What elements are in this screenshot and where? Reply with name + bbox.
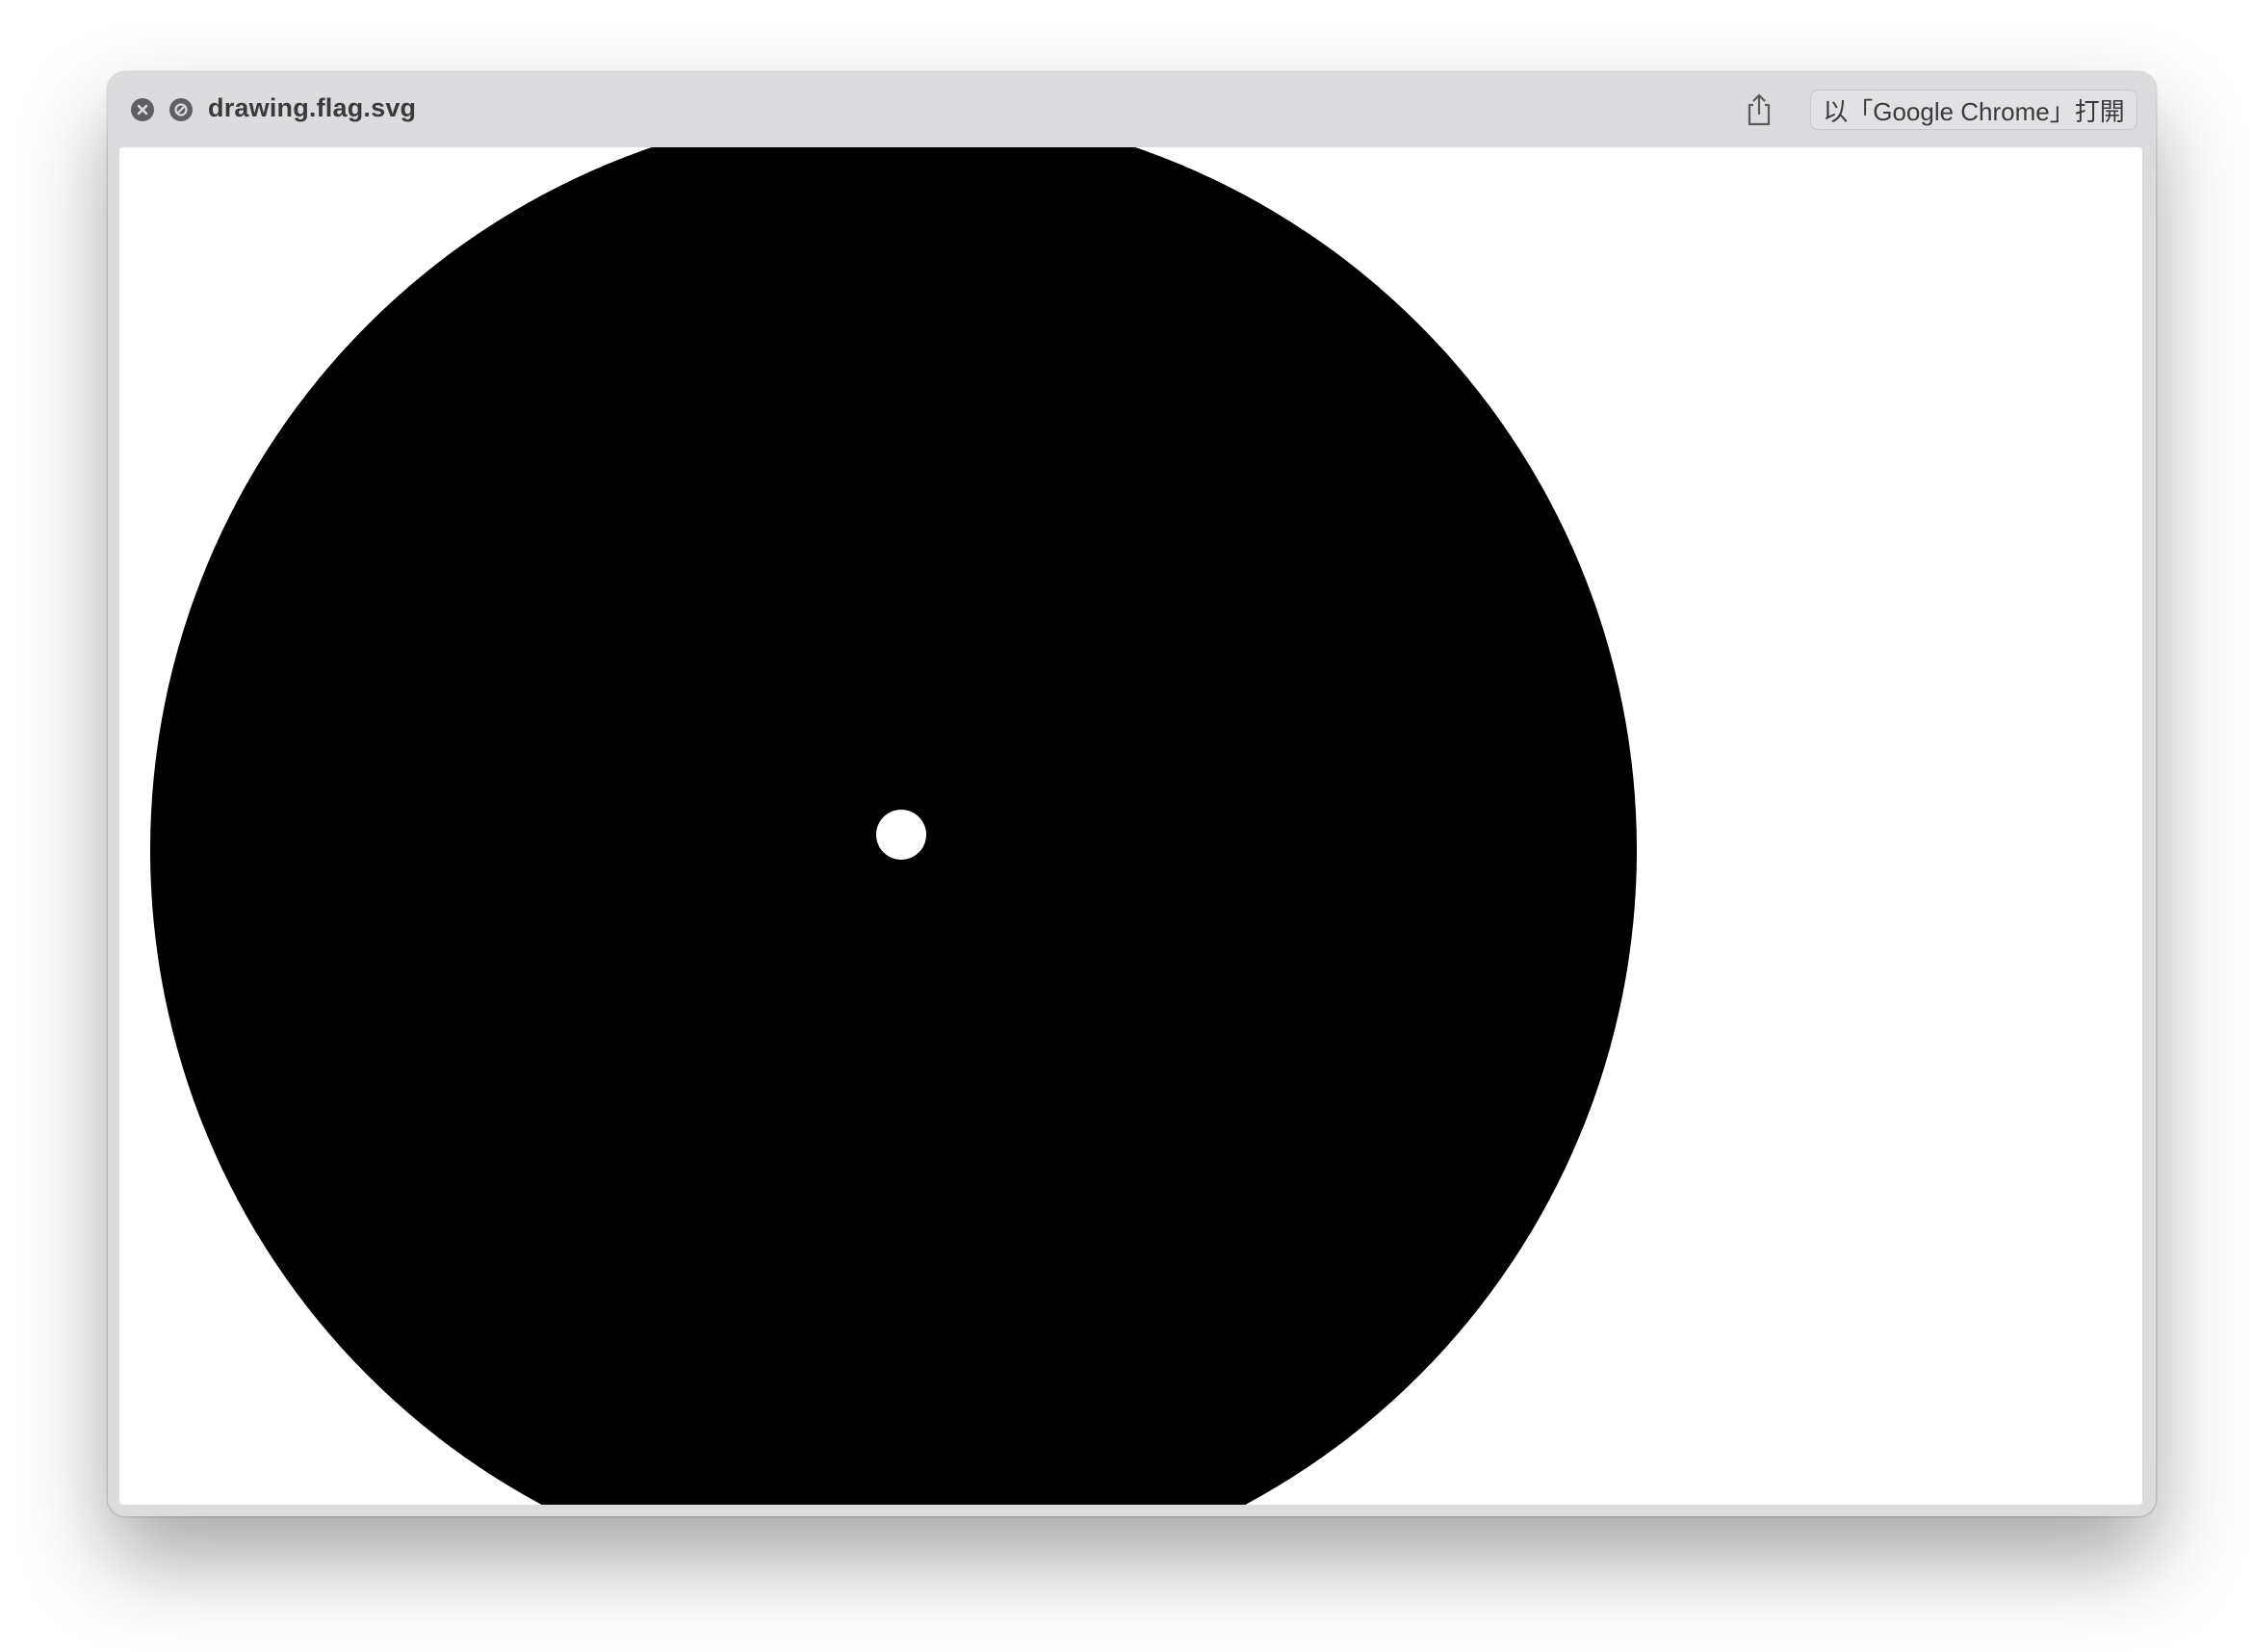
window-title: drawing.flag.svg bbox=[208, 93, 417, 122]
desktop-background: drawing.flag.svg 以「Google Chrome」打開 bbox=[0, 0, 2253, 1652]
open-with-chrome-button[interactable]: 以「Google Chrome」打開 bbox=[1810, 90, 2137, 130]
title-bar: drawing.flag.svg 以「Google Chrome」打開 bbox=[108, 72, 2156, 145]
small-white-circle bbox=[876, 810, 926, 860]
svg-preview-area bbox=[119, 147, 2142, 1505]
quick-look-window: drawing.flag.svg 以「Google Chrome」打開 bbox=[108, 72, 2156, 1516]
minimize-icon[interactable] bbox=[169, 98, 193, 121]
close-icon[interactable] bbox=[131, 98, 154, 121]
share-icon[interactable] bbox=[1742, 90, 1776, 129]
svg-drawing bbox=[119, 147, 2142, 1505]
